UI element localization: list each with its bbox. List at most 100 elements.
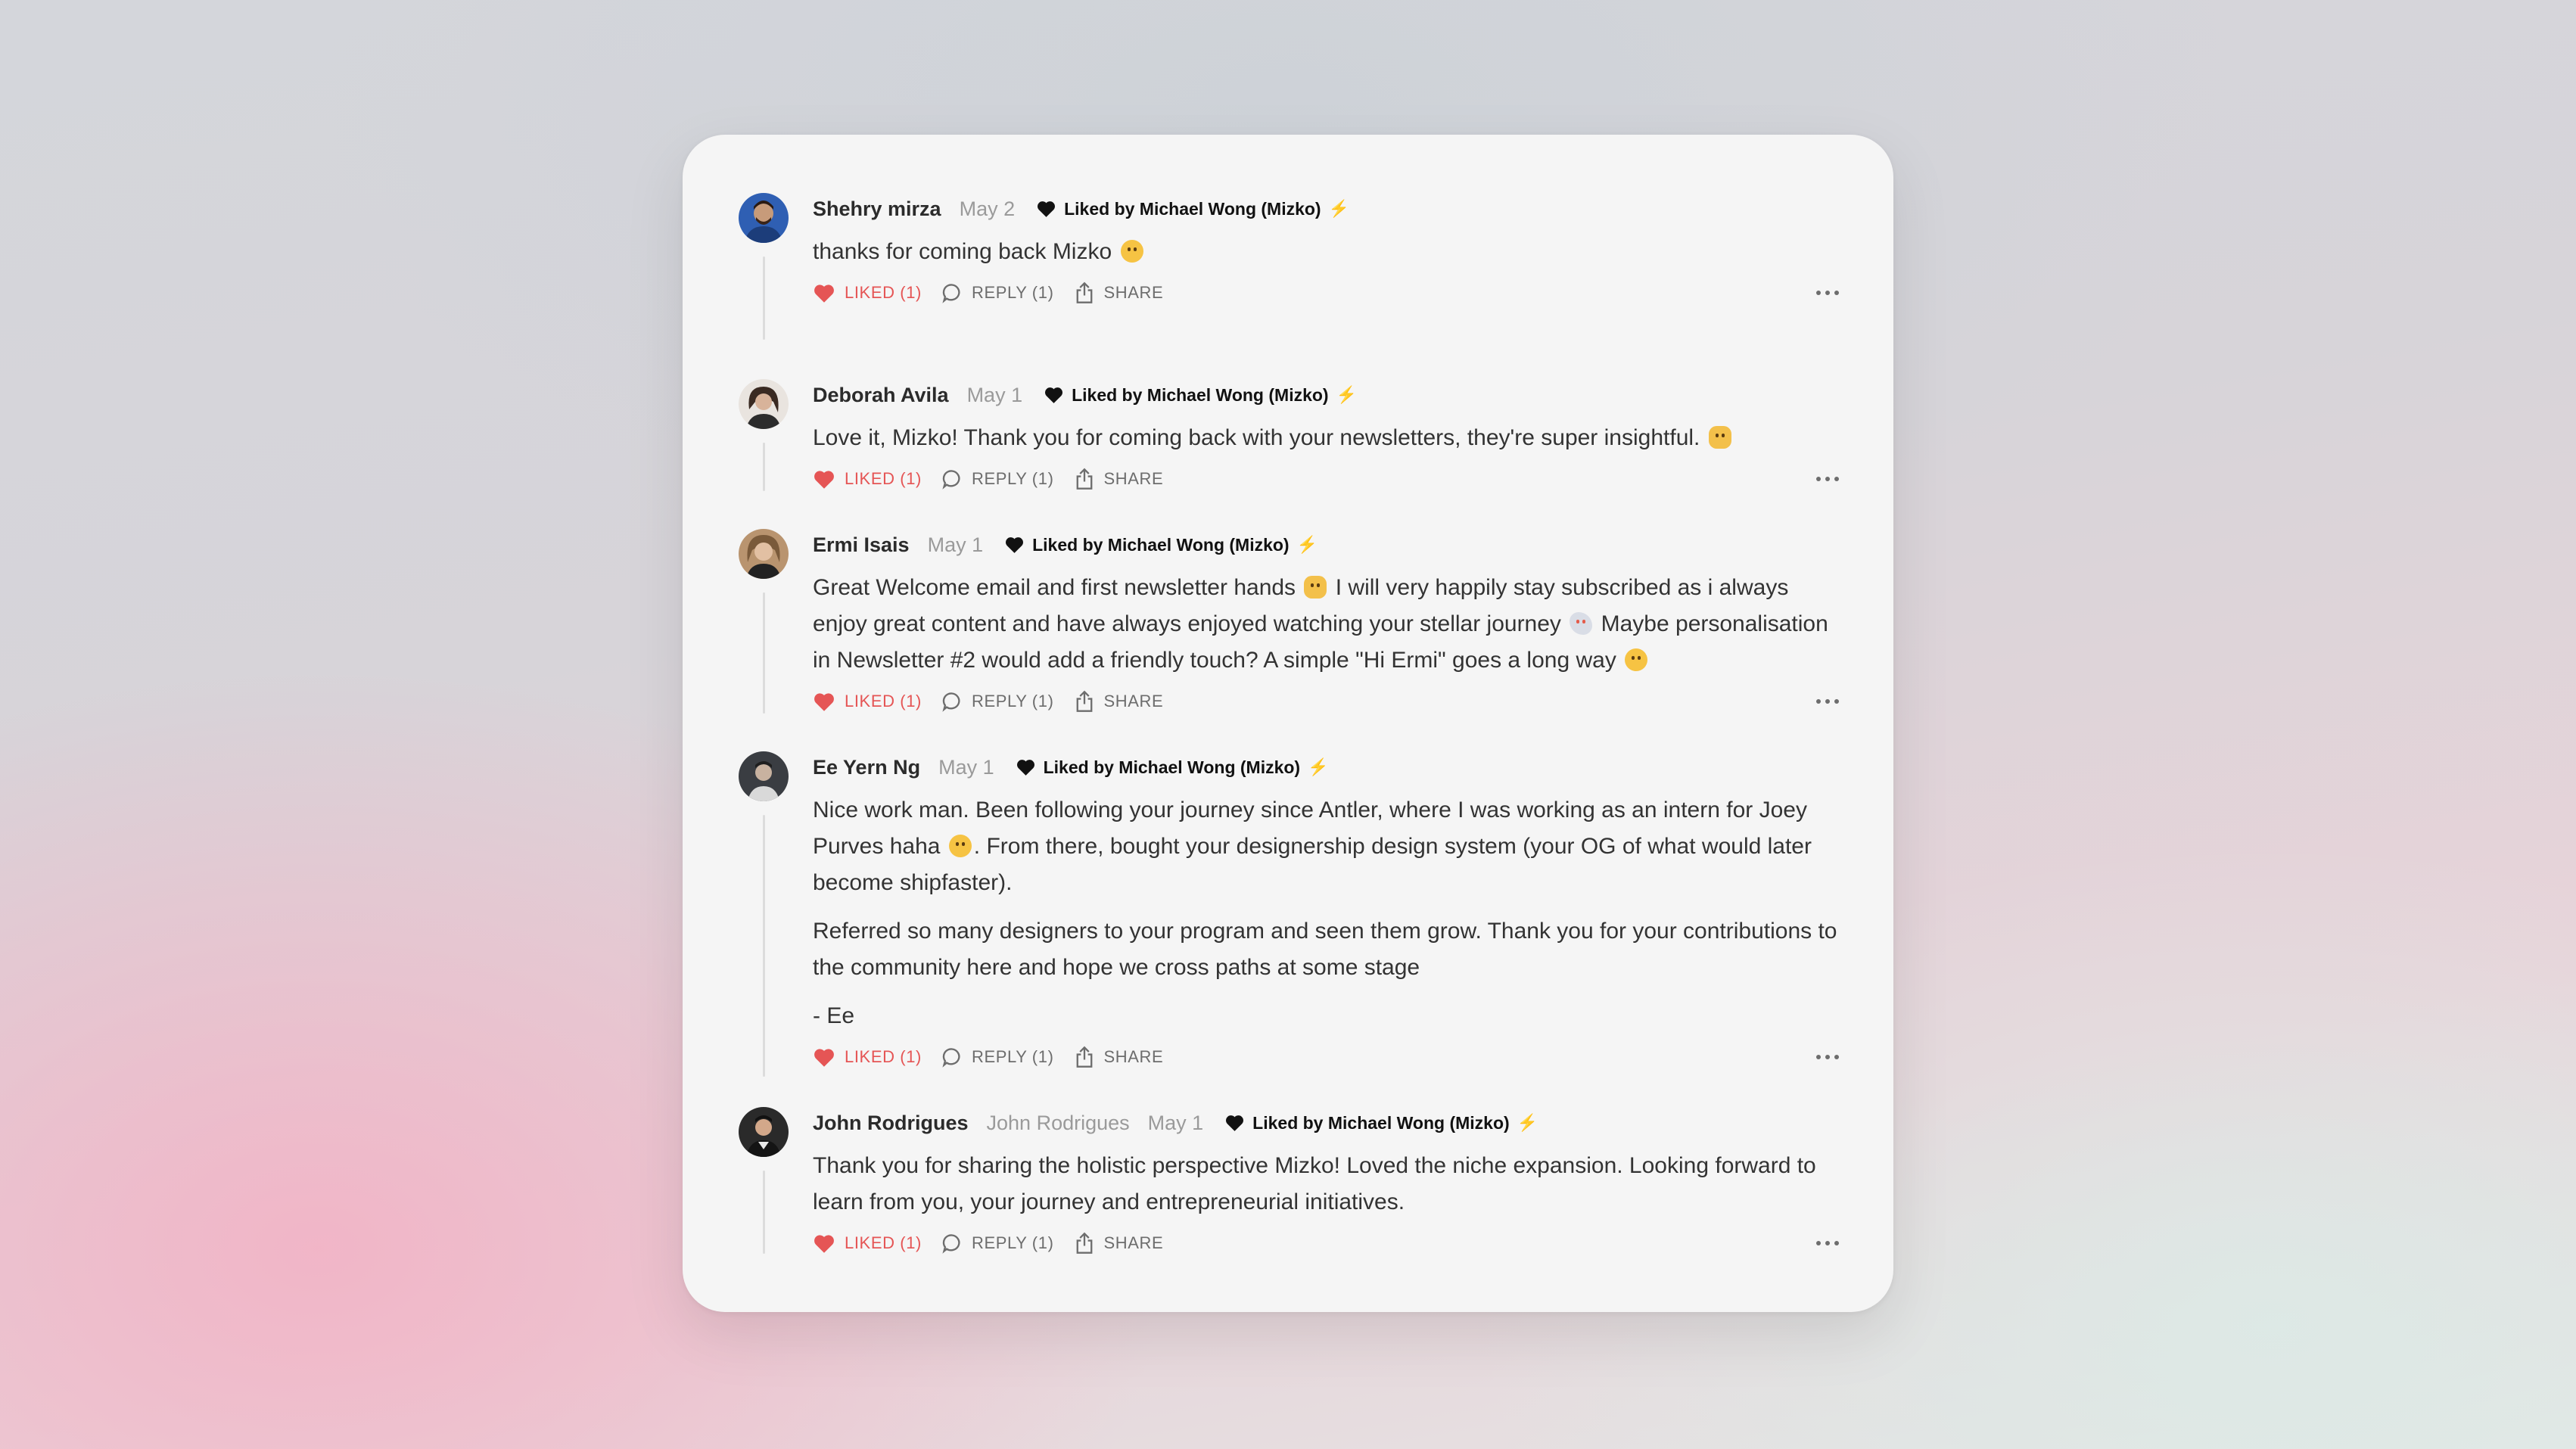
avatar[interactable] — [739, 193, 789, 243]
reply-button[interactable]: REPLY (1) — [941, 691, 1054, 712]
ellipsis-icon — [1816, 1055, 1821, 1059]
comment-author[interactable]: Ermi Isais — [813, 533, 910, 557]
comment-paragraph: thanks for coming back Mizko — [813, 239, 1112, 264]
avatar[interactable] — [739, 379, 789, 429]
share-upload-icon — [1076, 1232, 1092, 1254]
comment-text: Thank you for sharing the holistic persp… — [813, 1153, 1816, 1214]
comment-paragraph: Love it, Mizko! Thank you for coming bac… — [813, 425, 1700, 450]
comment-author[interactable]: John Rodrigues — [813, 1112, 969, 1135]
speech-bubble-icon — [942, 1234, 960, 1254]
share-label: SHARE — [1103, 692, 1164, 711]
heart-icon — [1016, 760, 1034, 776]
ellipsis-icon — [1816, 477, 1821, 481]
reply-label: REPLY (1) — [971, 1047, 1054, 1066]
comment-date: May 1 — [927, 533, 984, 556]
like-button[interactable]: LIKED (1) — [813, 283, 922, 303]
reply-label: REPLY (1) — [971, 283, 1054, 302]
liked-by-badge: Liked by Michael Wong (Mizko) ⚡ — [1224, 1113, 1538, 1133]
comment-author[interactable]: Ee Yern Ng — [813, 756, 920, 779]
comment-date: May 1 — [966, 383, 1023, 406]
comment-actions: LIKED (1) REPLY (1) SHARE — [813, 1042, 1840, 1072]
speech-bubble-icon — [942, 284, 960, 303]
reply-button[interactable]: REPLY (1) — [941, 1046, 1054, 1068]
like-label: LIKED (1) — [845, 1233, 922, 1252]
speech-bubble-icon — [942, 692, 960, 712]
share-button[interactable]: SHARE — [1074, 468, 1164, 490]
comment-date: May 1 — [1147, 1111, 1204, 1134]
reply-button[interactable]: REPLY (1) — [941, 282, 1054, 303]
comment-handle[interactable]: John Rodrigues — [987, 1112, 1130, 1135]
comments-card: Shehry mirza May 2 Liked by Michael Wong… — [683, 135, 1893, 1312]
more-options-button[interactable] — [1815, 690, 1840, 713]
liked-by-text: Liked by Michael Wong (Mizko) — [1252, 1112, 1510, 1133]
share-button[interactable]: SHARE — [1074, 690, 1164, 713]
more-options-button[interactable] — [1815, 468, 1840, 490]
avatar[interactable] — [739, 751, 789, 801]
share-upload-icon — [1076, 281, 1092, 303]
like-button[interactable]: LIKED (1) — [813, 1047, 922, 1068]
laughing-face-emoji-icon — [948, 835, 972, 857]
share-upload-icon — [1076, 690, 1092, 712]
liked-by-badge: Liked by Michael Wong (Mizko) ⚡ — [1004, 535, 1318, 555]
share-upload-icon — [1076, 1046, 1092, 1068]
thread-line — [763, 1171, 765, 1254]
comment-author[interactable]: Deborah Avila — [813, 384, 949, 407]
reply-label: REPLY (1) — [971, 469, 1054, 488]
comment-actions: LIKED (1) REPLY (1) SHARE — [813, 686, 1840, 717]
like-button[interactable]: LIKED (1) — [813, 692, 922, 712]
lightning-bolt-icon: ⚡ — [1296, 535, 1318, 554]
heart-icon — [1038, 201, 1056, 217]
liked-by-badge: Liked by Michael Wong (Mizko) ⚡ — [1036, 199, 1349, 219]
like-button[interactable]: LIKED (1) — [813, 1233, 922, 1254]
like-button[interactable]: LIKED (1) — [813, 469, 922, 490]
share-button[interactable]: SHARE — [1074, 1046, 1164, 1068]
comment-actions: LIKED (1) REPLY (1) SHARE — [813, 464, 1840, 494]
lightning-bolt-icon: ⚡ — [1328, 199, 1350, 218]
more-options-button[interactable] — [1815, 1046, 1840, 1068]
comment-text: Nice work man. Been following your journ… — [813, 792, 1840, 901]
ellipsis-icon — [1816, 699, 1821, 704]
avatar[interactable] — [739, 529, 789, 579]
reply-button[interactable]: REPLY (1) — [941, 468, 1054, 490]
liked-by-text: Liked by Michael Wong (Mizko) — [1072, 384, 1329, 405]
share-button[interactable]: SHARE — [1074, 1232, 1164, 1255]
like-label: LIKED (1) — [845, 469, 922, 488]
liked-by-badge: Liked by Michael Wong (Mizko) ⚡ — [1016, 757, 1329, 778]
comment-actions: LIKED (1) REPLY (1) SHARE — [813, 278, 1840, 308]
comment-text: Great Welcome email and first newsletter… — [813, 570, 1840, 679]
like-label: LIKED (1) — [845, 1047, 922, 1066]
speech-bubble-icon — [942, 470, 960, 490]
heart-hands-emoji-icon — [1708, 426, 1731, 449]
like-label: LIKED (1) — [845, 283, 922, 302]
reply-button[interactable]: REPLY (1) — [941, 1233, 1054, 1254]
raising-hands-emoji-icon — [1304, 576, 1327, 599]
lightning-bolt-icon: ⚡ — [1308, 757, 1329, 776]
heart-icon — [814, 284, 834, 303]
thread-line — [763, 443, 765, 491]
heart-icon — [814, 1048, 834, 1067]
comment-text: Referred so many designers to your progr… — [813, 919, 1837, 980]
like-label: LIKED (1) — [845, 692, 922, 711]
smiling-face-emoji-icon — [1625, 648, 1648, 671]
liked-by-text: Liked by Michael Wong (Mizko) — [1032, 534, 1290, 555]
rocket-emoji-icon — [1570, 612, 1593, 635]
comment-text: Love it, Mizko! Thank you for coming bac… — [813, 420, 1840, 456]
liked-by-text: Liked by Michael Wong (Mizko) — [1064, 198, 1321, 219]
comment-text: thanks for coming back Mizko — [813, 234, 1840, 270]
comment-date: May 1 — [938, 755, 994, 779]
more-options-button[interactable] — [1815, 1232, 1840, 1255]
share-button[interactable]: SHARE — [1074, 281, 1164, 304]
thread-line — [763, 592, 765, 714]
reply-label: REPLY (1) — [971, 692, 1054, 711]
heart-icon — [814, 1234, 834, 1253]
comment-author[interactable]: Shehry mirza — [813, 197, 941, 221]
more-options-button[interactable] — [1815, 281, 1840, 304]
lightning-bolt-icon: ⚡ — [1336, 385, 1357, 404]
avatar[interactable] — [739, 1107, 789, 1157]
heart-icon — [1045, 387, 1063, 403]
hugging-face-emoji-icon — [1120, 240, 1143, 263]
reply-label: REPLY (1) — [971, 1233, 1054, 1252]
share-label: SHARE — [1103, 283, 1164, 302]
share-label: SHARE — [1103, 1233, 1164, 1252]
share-label: SHARE — [1103, 1047, 1164, 1066]
